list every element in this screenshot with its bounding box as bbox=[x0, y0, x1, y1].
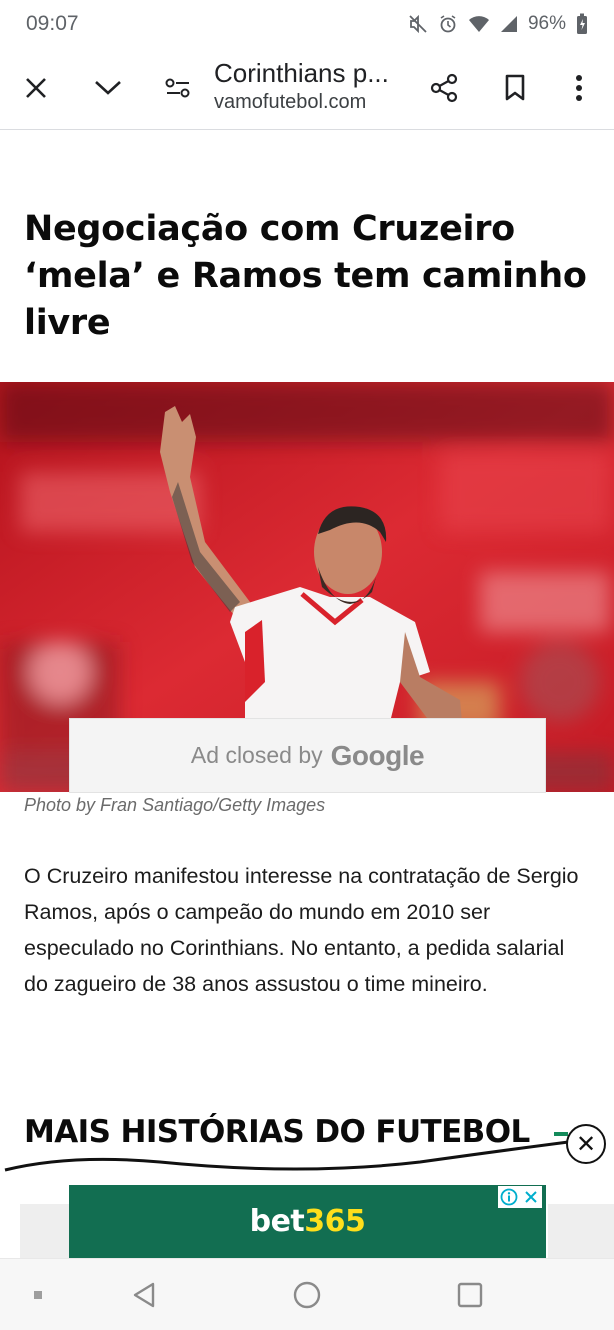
close-tab-button[interactable] bbox=[16, 68, 56, 108]
more-options-button[interactable] bbox=[559, 68, 599, 108]
back-triangle-icon bbox=[133, 1282, 155, 1308]
battery-icon bbox=[576, 13, 588, 35]
page-url: vamofutebol.com bbox=[214, 91, 367, 113]
battery-percent: 96% bbox=[527, 13, 566, 34]
bookmark-button[interactable] bbox=[495, 68, 535, 108]
site-settings-button[interactable] bbox=[158, 68, 198, 108]
close-ad-button[interactable]: ✕ bbox=[566, 1124, 606, 1164]
minimize-button[interactable] bbox=[88, 68, 128, 108]
adchoices-info-icon[interactable] bbox=[498, 1186, 520, 1208]
ad-closed-label: Ad closed by bbox=[190, 742, 323, 768]
bookmark-icon bbox=[505, 74, 525, 101]
photo-caption: Photo by Fran Santiago/Getty Images bbox=[24, 795, 326, 815]
nav-recents-button[interactable] bbox=[452, 1277, 488, 1313]
mute-icon bbox=[408, 14, 428, 34]
article-headline: Negociação com Cruzeiro ‘mela’ e Ramos t… bbox=[24, 209, 587, 343]
adchoices-close-icon[interactable] bbox=[520, 1186, 542, 1208]
article-paragraph: O Cruzeiro manifestou interesse na contr… bbox=[24, 864, 579, 996]
status-bar: 09:07 96% bbox=[0, 0, 614, 48]
system-navigation-bar bbox=[0, 1258, 614, 1330]
wifi-icon bbox=[468, 14, 490, 34]
browser-toolbar: Corinthians p... vamofutebol.com bbox=[0, 48, 614, 130]
page-title: Corinthians p... bbox=[214, 58, 389, 88]
small-square-icon bbox=[34, 1291, 42, 1299]
close-icon bbox=[26, 78, 46, 98]
more-vert-icon bbox=[576, 75, 582, 101]
bet365-ad-banner[interactable]: bet365 bbox=[69, 1185, 546, 1258]
nav-back-button[interactable] bbox=[126, 1277, 162, 1313]
bet365-logo: bet365 bbox=[249, 1204, 366, 1239]
tune-icon bbox=[165, 78, 190, 98]
faded-content-left bbox=[20, 1204, 70, 1260]
share-icon bbox=[430, 73, 458, 103]
nav-menu-button[interactable] bbox=[20, 1277, 56, 1313]
status-icons: 96% bbox=[408, 13, 588, 35]
recents-square-icon bbox=[457, 1282, 483, 1308]
faded-content-right bbox=[548, 1204, 614, 1260]
signal-icon bbox=[500, 15, 518, 33]
chevron-down-icon bbox=[95, 81, 121, 95]
ad-closed-notice: Ad closed by Google bbox=[69, 718, 546, 793]
status-time: 09:07 bbox=[26, 12, 79, 35]
adchoices[interactable] bbox=[498, 1186, 542, 1208]
alarm-icon bbox=[438, 14, 458, 34]
google-logo: Google bbox=[330, 739, 425, 771]
title-block[interactable]: Corinthians p... vamofutebol.com bbox=[214, 58, 414, 114]
home-circle-icon bbox=[293, 1281, 321, 1309]
nav-home-button[interactable] bbox=[289, 1277, 325, 1313]
share-button[interactable] bbox=[424, 68, 464, 108]
